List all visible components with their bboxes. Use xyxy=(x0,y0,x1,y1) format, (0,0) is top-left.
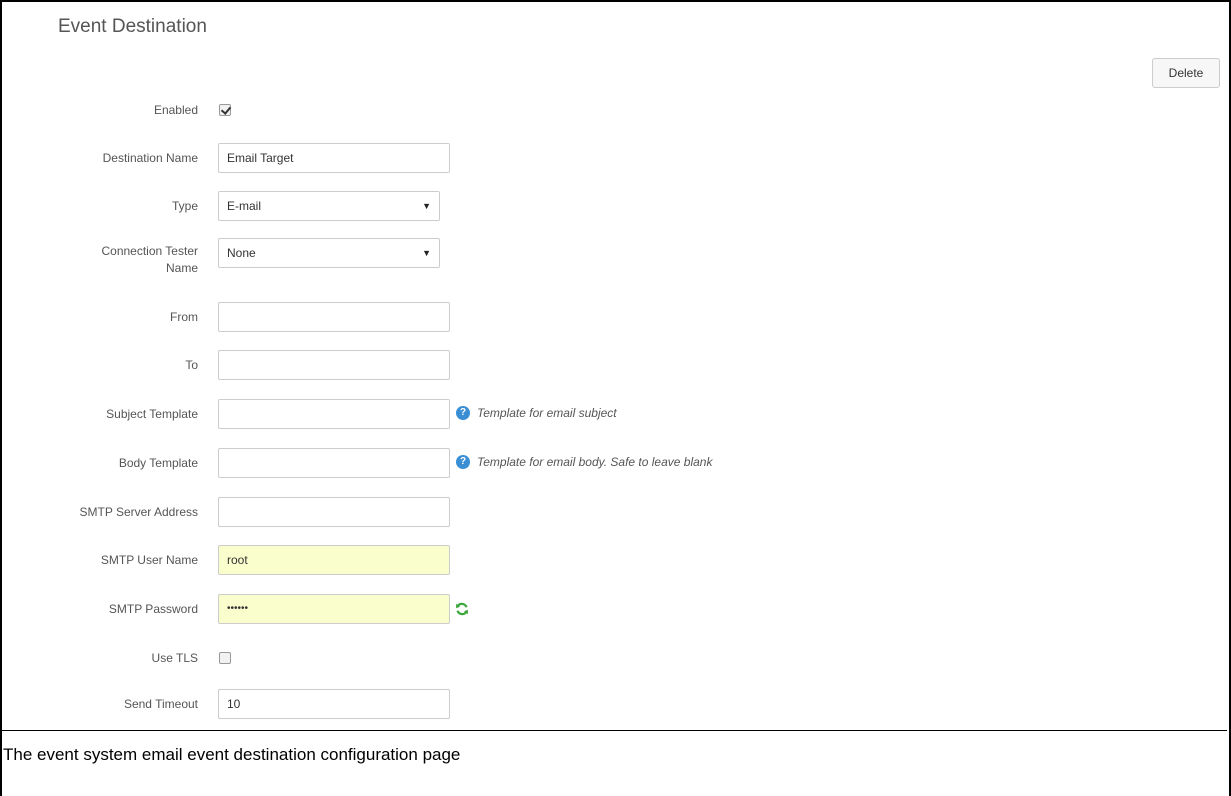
send-timeout-input[interactable]: 10 xyxy=(218,689,450,719)
smtp-server-label: SMTP Server Address xyxy=(79,505,199,519)
enabled-label: Enabled xyxy=(153,103,198,117)
delete-button[interactable]: Delete xyxy=(1152,58,1220,88)
event-destination-panel: Event Destination Delete Enabled Destina… xyxy=(0,0,1227,731)
body-template-help: ? Template for email body. Safe to leave… xyxy=(456,455,712,469)
destination-name-row: Destination Name Email Target xyxy=(0,143,1200,173)
smtp-password-row: SMTP Password •••••• xyxy=(0,594,1200,624)
chevron-down-icon: ▼ xyxy=(422,201,431,211)
subject-template-help: ? Template for email subject xyxy=(456,406,617,420)
connection-tester-label: Connection Tester Name xyxy=(38,243,198,277)
subject-template-label: Subject Template xyxy=(106,407,198,421)
chevron-down-icon: ▼ xyxy=(422,248,431,258)
use-tls-checkbox[interactable] xyxy=(219,652,231,664)
smtp-user-row: SMTP User Name root xyxy=(0,545,1200,575)
figure-caption: The event system email event destination… xyxy=(3,745,461,764)
connection-tester-row: Connection Tester Name None ▼ xyxy=(0,238,1200,286)
from-input[interactable] xyxy=(218,302,450,332)
page-title: Event Destination xyxy=(58,16,207,37)
enabled-checkbox[interactable] xyxy=(219,104,231,116)
body-template-input[interactable] xyxy=(218,448,450,478)
body-template-help-text: Template for email body. Safe to leave b… xyxy=(477,455,713,469)
to-row: To xyxy=(0,350,1200,380)
smtp-user-input[interactable]: root xyxy=(218,545,450,575)
body-template-label: Body Template xyxy=(118,456,198,470)
smtp-password-label: SMTP Password xyxy=(108,602,198,616)
enabled-row: Enabled xyxy=(0,95,1200,125)
subject-template-input[interactable] xyxy=(218,399,450,429)
connection-tester-label-line2: Name xyxy=(165,261,198,275)
smtp-server-input[interactable] xyxy=(218,497,450,527)
type-select-value: E-mail xyxy=(227,199,262,213)
use-tls-label: Use TLS xyxy=(151,651,198,665)
from-label: From xyxy=(170,310,198,324)
smtp-server-row: SMTP Server Address xyxy=(0,497,1200,527)
question-circle-icon[interactable]: ? xyxy=(456,455,470,469)
subject-template-row: Subject Template ? Template for email su… xyxy=(0,399,1200,429)
smtp-user-label: SMTP User Name xyxy=(100,553,198,567)
connection-tester-select-value: None xyxy=(227,246,256,260)
body-template-row: Body Template ? Template for email body.… xyxy=(0,448,1200,478)
to-label: To xyxy=(185,358,198,372)
question-circle-icon[interactable]: ? xyxy=(456,406,470,420)
to-input[interactable] xyxy=(218,350,450,380)
destination-name-label: Destination Name xyxy=(102,151,198,165)
type-select[interactable]: E-mail ▼ xyxy=(218,191,440,221)
send-timeout-row: Send Timeout 10 xyxy=(0,689,1200,719)
send-timeout-label: Send Timeout xyxy=(123,697,198,711)
use-tls-row: Use TLS xyxy=(0,643,1200,673)
type-label: Type xyxy=(171,199,198,213)
connection-tester-select[interactable]: None ▼ xyxy=(218,238,440,268)
destination-name-input[interactable]: Email Target xyxy=(218,143,450,173)
from-row: From xyxy=(0,302,1200,332)
refresh-icon[interactable] xyxy=(455,602,469,616)
smtp-password-input[interactable]: •••••• xyxy=(218,594,450,624)
subject-template-help-text: Template for email subject xyxy=(477,406,617,420)
connection-tester-label-line1: Connection Tester xyxy=(101,244,198,258)
type-row: Type E-mail ▼ xyxy=(0,191,1200,221)
